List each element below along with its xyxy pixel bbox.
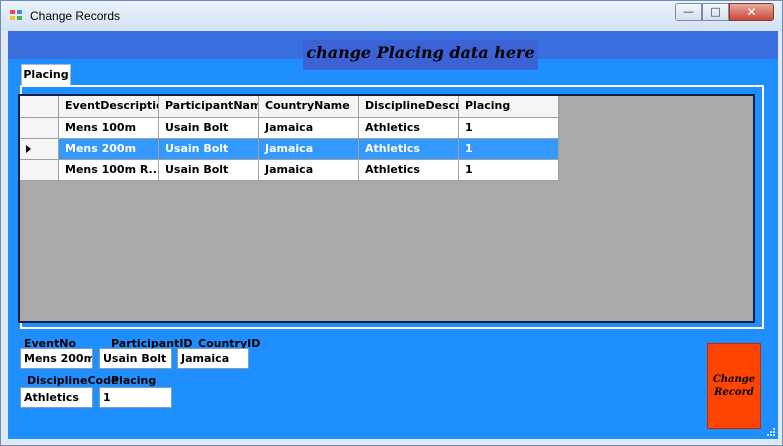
cell-discipline-description[interactable]: Athletics: [359, 118, 459, 139]
cell-participant-name[interactable]: Usain Bolt: [159, 139, 259, 160]
cell-participant-name[interactable]: Usain Bolt: [159, 118, 259, 139]
cell-event-description[interactable]: Mens 100m: [59, 118, 159, 139]
current-row-arrow-icon: [26, 145, 31, 153]
header-title: change Placing data here: [303, 40, 538, 70]
grid-corner-cell[interactable]: [20, 96, 59, 118]
tab-placing[interactable]: Placing: [21, 64, 71, 86]
maximize-icon: □: [710, 5, 721, 18]
close-button[interactable]: ✕: [729, 3, 774, 21]
cell-placing[interactable]: 1: [459, 139, 559, 160]
cell-event-description[interactable]: Mens 200m: [59, 139, 159, 160]
cell-placing[interactable]: 1: [459, 160, 559, 181]
column-header-placing[interactable]: Placing: [459, 96, 559, 118]
placing-field[interactable]: 1: [99, 387, 172, 408]
discipline-code-field[interactable]: Athletics: [20, 387, 93, 408]
cell-placing[interactable]: 1: [459, 118, 559, 139]
row-header[interactable]: [20, 160, 59, 181]
event-no-field[interactable]: Mens 200m: [20, 348, 93, 369]
change-records-window: Change Records — □ ✕ change Placing data…: [0, 0, 783, 446]
close-icon: ✕: [746, 5, 757, 19]
placing-label: Placing: [111, 374, 157, 387]
discipline-code-label: DisciplineCode: [27, 374, 119, 387]
participant-id-field[interactable]: Usain Bolt: [99, 348, 172, 369]
cell-discipline-description[interactable]: Athletics: [359, 160, 459, 181]
column-header-participant-name[interactable]: ParticipantName: [159, 96, 259, 118]
resize-grip-icon[interactable]: [766, 427, 775, 436]
cell-participant-name[interactable]: Usain Bolt: [159, 160, 259, 181]
cell-country-name[interactable]: Jamaica: [259, 118, 359, 139]
change-record-button-label: Change Record: [712, 374, 756, 398]
country-id-field[interactable]: Jamaica: [177, 348, 249, 369]
column-header-event-description[interactable]: EventDescription: [59, 96, 159, 118]
cell-event-description[interactable]: Mens 100m R...: [59, 160, 159, 181]
app-icon: [10, 10, 23, 21]
records-grid[interactable]: EventDescription ParticipantName Country…: [18, 94, 755, 323]
change-record-button[interactable]: Change Record: [707, 343, 761, 429]
cell-country-name[interactable]: Jamaica: [259, 139, 359, 160]
cell-discipline-description[interactable]: Athletics: [359, 139, 459, 160]
row-header[interactable]: [20, 118, 59, 139]
maximize-button[interactable]: □: [702, 3, 729, 21]
minimize-button[interactable]: —: [675, 3, 702, 21]
column-header-discipline-description[interactable]: DisciplineDescript: [359, 96, 459, 118]
window-title: Change Records: [30, 9, 121, 23]
minimize-icon: —: [683, 5, 694, 18]
row-header[interactable]: [20, 139, 59, 160]
column-header-country-name[interactable]: CountryName: [259, 96, 359, 118]
cell-country-name[interactable]: Jamaica: [259, 160, 359, 181]
title-bar[interactable]: Change Records — □ ✕: [1, 1, 782, 31]
form-client-area: change Placing data here Placing EventDe…: [8, 31, 778, 439]
